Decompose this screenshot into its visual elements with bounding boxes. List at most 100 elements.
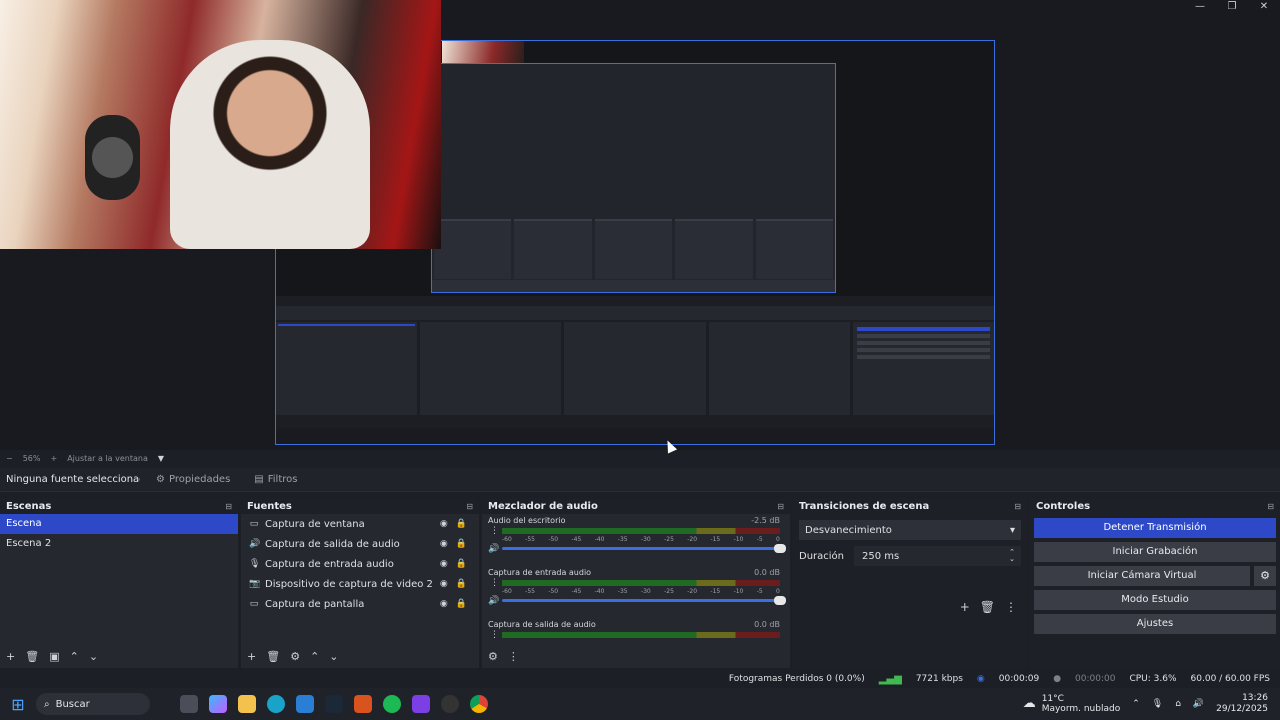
speaker-icon[interactable]: 🔊 [488,544,499,554]
gear-icon[interactable]: ⚙ [1254,566,1276,586]
eye-icon[interactable]: ◉ [440,559,448,569]
network-icon[interactable]: ⌂ [1175,699,1181,709]
kebab-icon[interactable]: ⋮ [490,579,499,588]
trash-icon[interactable]: 🗑 [25,650,39,663]
zoom-in-button[interactable]: + [50,454,57,463]
scene-item[interactable]: Escena [0,514,238,534]
eye-icon[interactable]: ◉ [440,579,448,589]
bitrate: 7721 kbps [915,674,963,684]
obs-studio-icon[interactable] [441,695,459,713]
kebab-icon[interactable]: ⋮ [490,631,499,640]
scenes-toolbar: + 🗑 ▣ ⌃ ⌄ [0,646,98,666]
zoom-out-button[interactable]: − [6,454,13,463]
undock-icon[interactable]: ⊟ [1014,502,1021,511]
eye-icon[interactable]: ◉ [440,519,448,529]
virtual-cam-row: Iniciar Cámara Virtual ⚙ [1034,566,1276,586]
advanced-audio-icon[interactable]: ⚙ [488,650,498,663]
filters-tab[interactable]: ▤ Filtros [246,471,305,488]
maximize-button[interactable]: ❐ [1216,0,1248,14]
chevron-down-icon[interactable]: ⌄ [329,650,338,663]
lock-icon[interactable]: 🔒 [456,539,467,549]
volume-icon[interactable]: 🔊 [1193,699,1204,709]
add-icon[interactable]: + [6,650,15,663]
spinner-icon[interactable]: ⌃ ⌄ [1009,549,1015,563]
channel-name: Captura de entrada audio [488,568,592,577]
steam-icon[interactable] [325,695,343,713]
lock-icon[interactable]: 🔒 [456,579,467,589]
task-view-icon[interactable] [180,695,198,713]
taskbar-search[interactable]: ⌕ Buscar [36,693,150,715]
settings-button[interactable]: Ajustes [1034,614,1276,634]
chevron-down-icon[interactable]: ⌄ [89,650,98,663]
store-icon[interactable] [296,695,314,713]
start-virtual-cam-button[interactable]: Iniciar Cámara Virtual [1088,570,1197,581]
preview-canvas[interactable] [0,0,1280,454]
start-recording-button[interactable]: Iniciar Grabación [1034,542,1276,562]
kebab-icon[interactable]: ⋮ [508,650,519,663]
stop-stream-button[interactable]: Detener Transmisión [1034,518,1276,538]
channel-name: Audio del escritorio [488,516,566,525]
webcam-source[interactable] [0,0,441,249]
add-icon[interactable]: + [247,650,256,663]
lock-icon[interactable]: 🔒 [456,559,467,569]
copilot-icon[interactable] [209,695,227,713]
undock-icon[interactable]: ⊟ [777,502,784,511]
transition-select[interactable]: Desvanecimiento ▾ [799,520,1021,540]
add-icon[interactable]: + [960,600,970,614]
properties-tab[interactable]: ⚙ Propiedades [148,471,238,488]
filter-icon[interactable]: ▣ [49,650,59,663]
duration-input[interactable]: 250 ms ⌃ ⌄ [854,546,1021,566]
source-item[interactable]: 📷 Dispositivo de captura de video 2 ◉ 🔒 [241,574,479,594]
mic-icon[interactable]: 🎙 [1152,699,1163,709]
folder-icon[interactable] [238,695,256,713]
zoom-dropdown-icon[interactable]: ▼ [158,454,164,463]
volume-slider[interactable] [502,544,786,553]
fps: 60.00 / 60.00 FPS [1190,674,1270,684]
chevron-up-icon[interactable]: ⌃ [1132,699,1140,709]
transitions-title: Transiciones de escena [799,500,930,512]
clock[interactable]: 13:26 29/12/2025 [1216,693,1268,715]
volume-slider[interactable] [502,596,786,605]
nested-taskbar [276,428,994,444]
status-bar: Fotogramas Perdidos 0 (0.0%) ▂▄▆ 7721 kb… [0,670,1280,688]
undock-icon[interactable]: ⊟ [1267,502,1274,511]
channel-db: 0.0 dB [754,568,780,577]
obs-icon[interactable] [354,695,372,713]
stream-time: 00:00:09 [998,674,1040,684]
chevron-up-icon[interactable]: ⌃ [310,650,319,663]
eye-icon[interactable]: ◉ [440,539,448,549]
eye-icon[interactable]: ◉ [440,599,448,609]
mixer-channel: Audio del escritorio -2.5 dB ⋮ -60 -55 -50… [482,514,790,566]
speaker-icon[interactable]: 🔊 [488,596,499,606]
lock-icon[interactable]: 🔒 [456,599,467,609]
chevron-up-icon[interactable]: ⌃ [70,650,79,663]
trash-icon[interactable]: 🗑 [980,600,995,614]
sources-title: Fuentes [247,500,292,512]
volume-handle[interactable] [774,544,786,553]
studio-mode-button[interactable]: Modo Estudio [1034,590,1276,610]
person-image [170,40,370,249]
source-item[interactable]: ▭ Captura de ventana ◉ 🔒 [241,514,479,534]
close-button[interactable]: ✕ [1248,0,1280,14]
app-icon[interactable] [412,695,430,713]
volume-handle[interactable] [774,596,786,605]
system-tray: ☁ 11°C Mayorm. nublado ⌃ 🎙 ⌂ 🔊 13:26 29/12… [1023,693,1280,715]
trash-icon[interactable]: 🗑 [266,650,280,663]
kebab-icon[interactable]: ⋮ [1005,600,1017,614]
source-item[interactable]: ▭ Captura de pantalla ◉ 🔒 [241,594,479,614]
lock-icon[interactable]: 🔒 [456,519,467,529]
windows-start-icon[interactable]: ⊞ [0,695,36,714]
source-item[interactable]: 🔊 Captura de salida de audio ◉ 🔒 [241,534,479,554]
spotify-icon[interactable] [383,695,401,713]
edge-icon[interactable] [267,695,285,713]
weather-widget[interactable]: ☁ 11°C Mayorm. nublado [1023,694,1121,714]
scene-item[interactable]: Escena 2 [0,534,238,554]
microphone-image [85,115,140,200]
undock-icon[interactable]: ⊟ [225,502,232,511]
kebab-icon[interactable]: ⋮ [490,527,499,536]
gear-icon[interactable]: ⚙ [290,650,300,663]
undock-icon[interactable]: ⊟ [466,502,473,511]
minimize-button[interactable]: — [1184,0,1216,14]
chrome-icon[interactable] [470,695,488,713]
source-item[interactable]: 🎙 Captura de entrada audio ◉ 🔒 [241,554,479,574]
